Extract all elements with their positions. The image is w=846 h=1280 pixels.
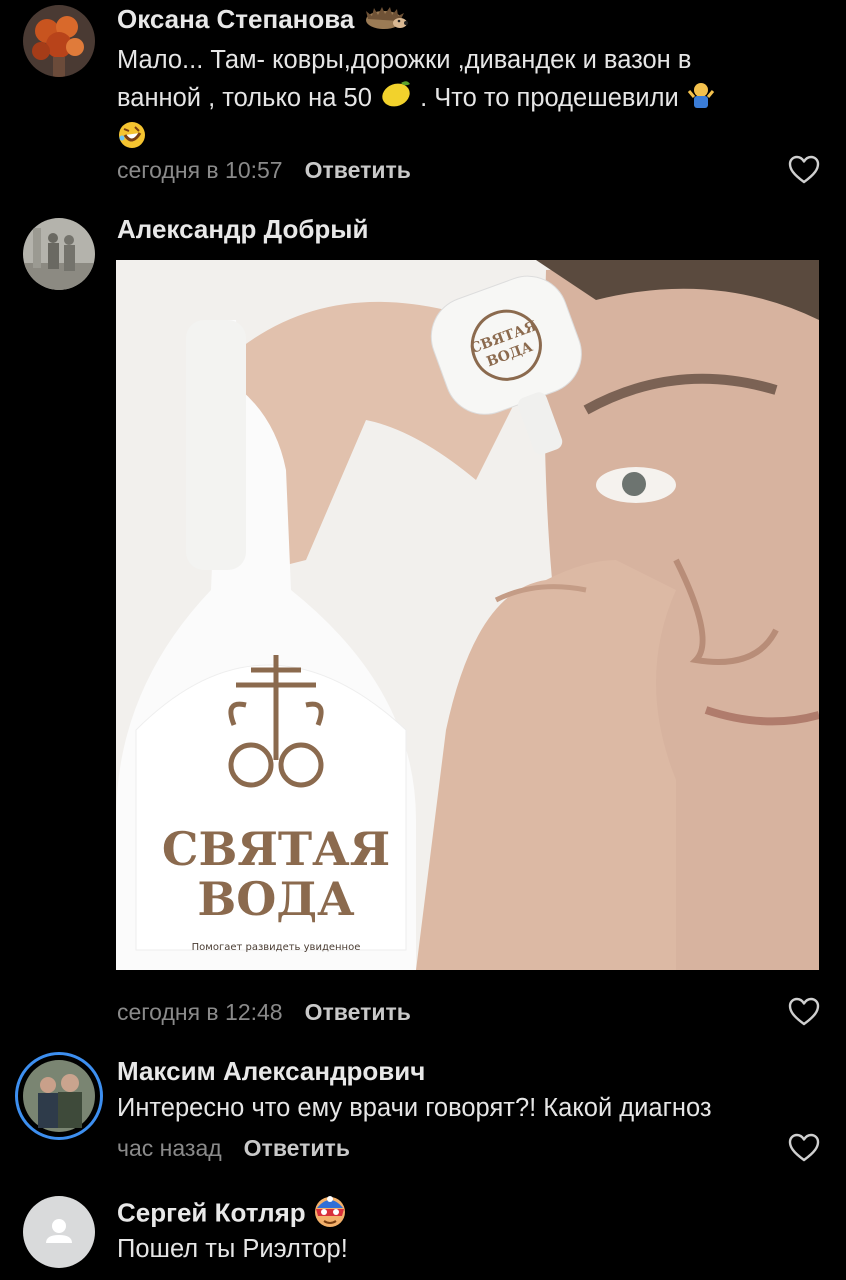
rofl-emoji-icon (117, 120, 147, 161)
heart-icon (788, 997, 820, 1026)
comment-time: сегодня в 10:57 (117, 157, 283, 183)
comment-text-line: ванной , только на 50 . Что то продешеви… (117, 79, 807, 120)
comment-meta: час назад Ответить (117, 1135, 350, 1162)
heart-icon (788, 155, 820, 184)
author-name[interactable]: Оксана Степанова (117, 4, 354, 34)
bottle-title-1: СВЯТАЯ (162, 822, 390, 876)
like-button[interactable] (788, 155, 820, 185)
comment-photo[interactable]: СВЯТАЯ ВОДА СВЯТАЯ ВОДА Помогает развиде… (116, 260, 819, 970)
shrug-emoji-icon (686, 79, 716, 120)
comment-meta: сегодня в 10:57 Ответить (117, 157, 411, 184)
comment-author[interactable]: Оксана Степанова (117, 4, 408, 38)
avatar-image-statues (23, 218, 95, 290)
comment-text-line (117, 120, 807, 161)
comment-text: Интересно что ему врачи говорят?! Какой … (117, 1094, 712, 1122)
reply-button[interactable]: Ответить (244, 1135, 350, 1161)
hedgehog-emoji-icon (362, 5, 408, 38)
comment-meta: сегодня в 12:48 Ответить (117, 999, 411, 1026)
comment-time: сегодня в 12:48 (117, 999, 283, 1025)
avatar-image-two-men (23, 1060, 95, 1132)
avatar[interactable] (15, 1052, 103, 1140)
avatar[interactable] (23, 5, 95, 77)
avatar-image-flowers (23, 5, 95, 77)
comment-text: Пошел ты Риэлтор! (117, 1235, 348, 1263)
avatar[interactable] (23, 1196, 95, 1268)
bottle-subtitle: Помогает развидеть увиденное (192, 942, 361, 953)
comment-text: Мало... Там- ковры,дорожки ,дивандек и в… (117, 42, 807, 161)
like-button[interactable] (788, 1133, 820, 1163)
default-user-icon (46, 1219, 72, 1243)
like-button[interactable] (788, 997, 820, 1027)
heart-icon (788, 1133, 820, 1162)
reply-button[interactable]: Ответить (305, 157, 411, 183)
meme-image: СВЯТАЯ ВОДА СВЯТАЯ ВОДА Помогает развиде… (116, 260, 819, 970)
reply-button[interactable]: Ответить (305, 999, 411, 1025)
comment-time: час назад (117, 1135, 222, 1161)
avatar[interactable] (23, 218, 95, 290)
comment-author[interactable]: Александр Добрый (117, 214, 368, 245)
lemon-emoji-icon (379, 79, 413, 120)
comment-text-line: Мало... Там- ковры,дорожки ,дивандек и в… (117, 46, 692, 74)
bottle-title-2: ВОДА (197, 872, 355, 926)
comment-author[interactable]: Максим Александрович (117, 1056, 425, 1087)
author-name[interactable]: Сергей Котляр (117, 1197, 306, 1227)
